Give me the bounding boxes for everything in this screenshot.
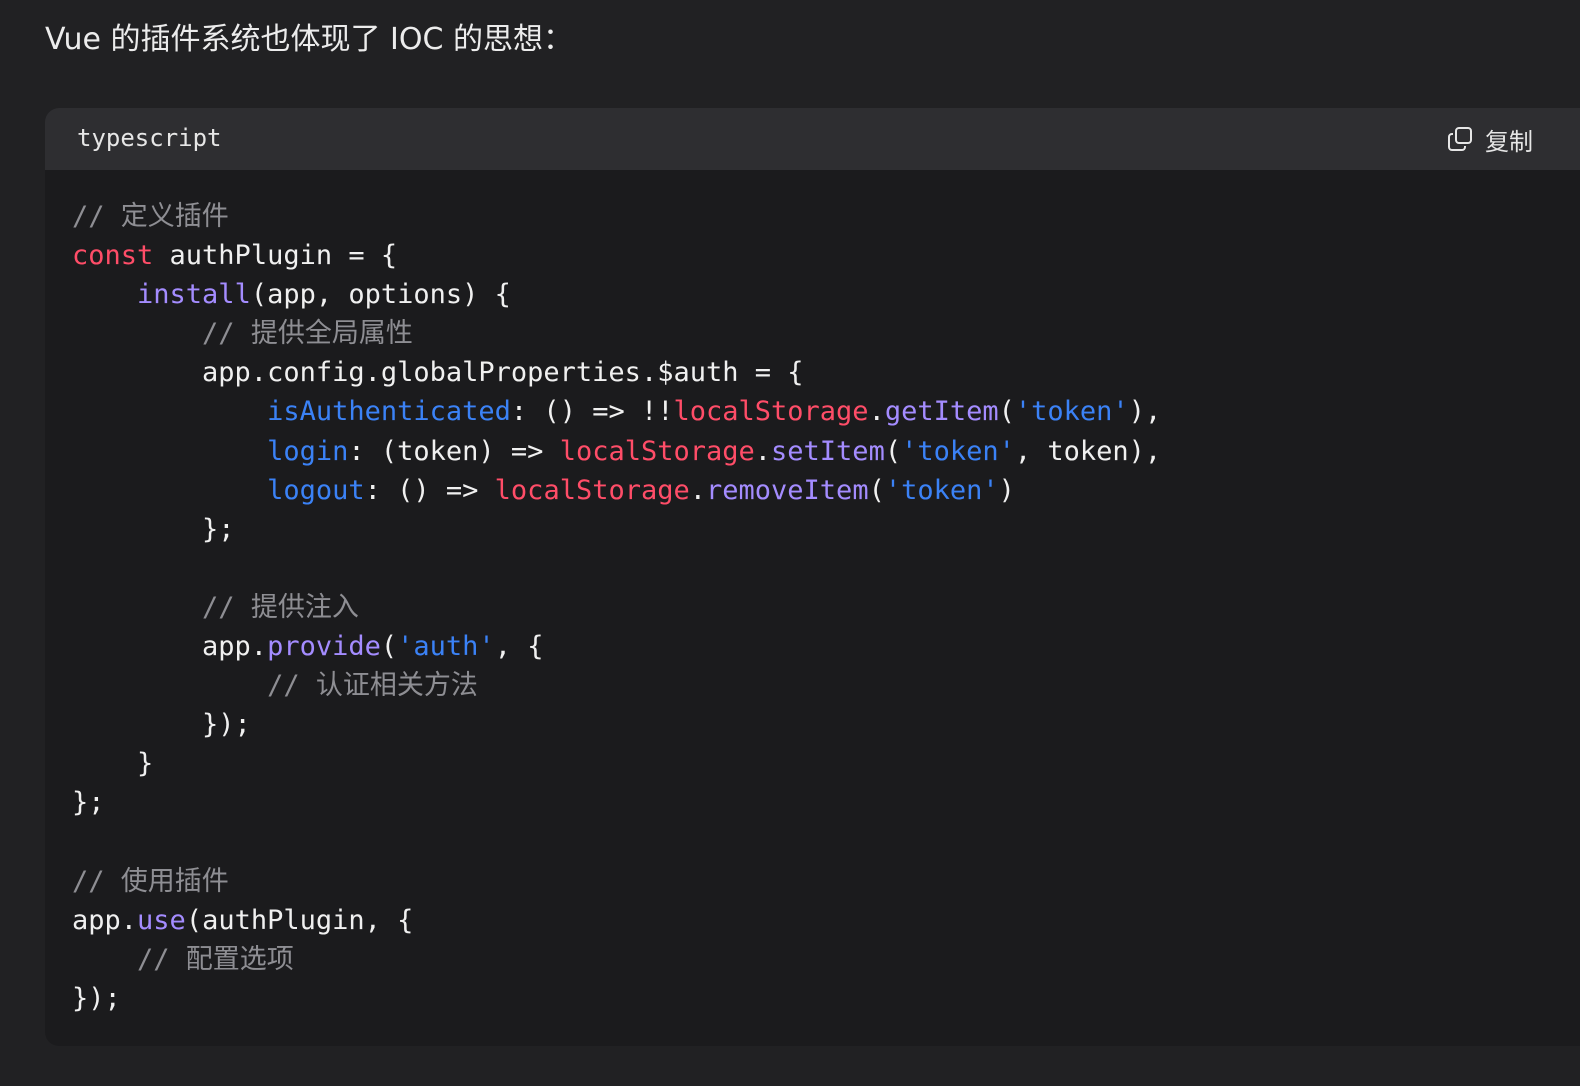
code-token: , {	[494, 631, 544, 663]
code-token: }	[72, 748, 154, 780]
code-token: .	[868, 396, 885, 428]
code-token: (authPlugin, {	[185, 904, 414, 936]
code-token: : () =>	[364, 474, 495, 506]
code-token: 'token'	[884, 474, 999, 506]
code-token: // 认证相关方法	[267, 670, 478, 702]
code-line: const authPlugin = {	[72, 236, 1161, 275]
code-token: 'token'	[901, 435, 1015, 467]
code-token: (	[884, 435, 902, 467]
code-line: // 提供注入	[72, 588, 1161, 627]
code-token: app.	[72, 631, 268, 663]
copy-button[interactable]: 复制	[1447, 119, 1533, 159]
code-token: logout	[267, 474, 365, 506]
code-token: localStorage	[494, 474, 690, 506]
code-line: isAuthenticated: () => !!localStorage.ge…	[72, 392, 1161, 431]
code-token: });	[72, 709, 251, 741]
code-line: });	[72, 705, 1161, 744]
code-token: app.config.globalProperties.$auth = {	[72, 357, 804, 389]
code-token: login	[267, 435, 349, 467]
code-token: getItem	[884, 396, 999, 428]
code-line: });	[72, 979, 1161, 1018]
code-token: authPlugin = {	[153, 240, 398, 272]
code-token: (	[868, 474, 885, 506]
code-token: ),	[1128, 396, 1162, 428]
code-line: // 定义插件	[72, 197, 1161, 236]
code-token: };	[72, 787, 105, 819]
code-token: provide	[267, 631, 381, 663]
code-line: }	[72, 744, 1161, 783]
copy-button-label: 复制	[1485, 127, 1533, 156]
code-line: };	[72, 783, 1161, 822]
code-token: : (token) =>	[348, 435, 560, 467]
code-token: install	[137, 279, 251, 311]
code-line: install(app, options) {	[72, 275, 1161, 314]
code-token: (app, options) {	[250, 279, 511, 311]
code-token: removeItem	[706, 474, 869, 506]
code-line: // 认证相关方法	[72, 666, 1161, 705]
code-token: (	[380, 631, 398, 663]
code-token: .	[754, 435, 772, 467]
code-line: app.provide('auth', {	[72, 627, 1161, 666]
code-token: app.	[72, 904, 138, 936]
code-line: // 配置选项	[72, 940, 1161, 979]
code-token: localStorage	[673, 396, 869, 428]
code-token: (	[998, 396, 1015, 428]
code-token: // 使用插件	[72, 865, 229, 897]
code-line: // 使用插件	[72, 862, 1161, 901]
code-token: };	[72, 513, 235, 545]
code-line: app.config.globalProperties.$auth = {	[72, 353, 1161, 392]
code-token: // 提供全局属性	[202, 318, 413, 350]
intro-text: Vue 的插件系统也体现了 IOC 的思想：	[45, 22, 573, 57]
code-token: setItem	[771, 435, 885, 467]
code-token: isAuthenticated	[267, 396, 511, 428]
code-block-header: typescript 复制	[45, 108, 1580, 170]
code-token: // 配置选项	[137, 943, 294, 975]
copy-icon	[1447, 126, 1473, 152]
code-token: // 定义插件	[72, 201, 229, 232]
code-language-label: typescript	[77, 124, 222, 152]
code-line: // 提供全局属性	[72, 314, 1161, 353]
code-line: logout: () => localStorage.removeItem('t…	[72, 471, 1161, 510]
code-block: typescript 复制 // 定义插件 const authPlugin = …	[45, 108, 1580, 1046]
code-token: });	[72, 982, 121, 1014]
code-line: login: (token) => localStorage.setItem('…	[72, 432, 1161, 471]
code-token: .	[689, 474, 707, 506]
code-token: const	[72, 240, 154, 272]
code-token: localStorage	[559, 435, 755, 467]
code-line: };	[72, 510, 1161, 549]
code-token: : () => !!	[510, 396, 674, 428]
code-token: 'auth'	[397, 631, 495, 663]
code-token: use	[137, 904, 186, 936]
code-token: 'token'	[1014, 396, 1129, 428]
code-token: // 提供注入	[202, 591, 359, 623]
code-token: )	[998, 474, 1015, 506]
code-line: app.use(authPlugin, {	[72, 901, 1161, 940]
code-content: // 定义插件 const authPlugin = { install(app,…	[72, 197, 1161, 1018]
code-token: , token),	[1014, 435, 1162, 467]
